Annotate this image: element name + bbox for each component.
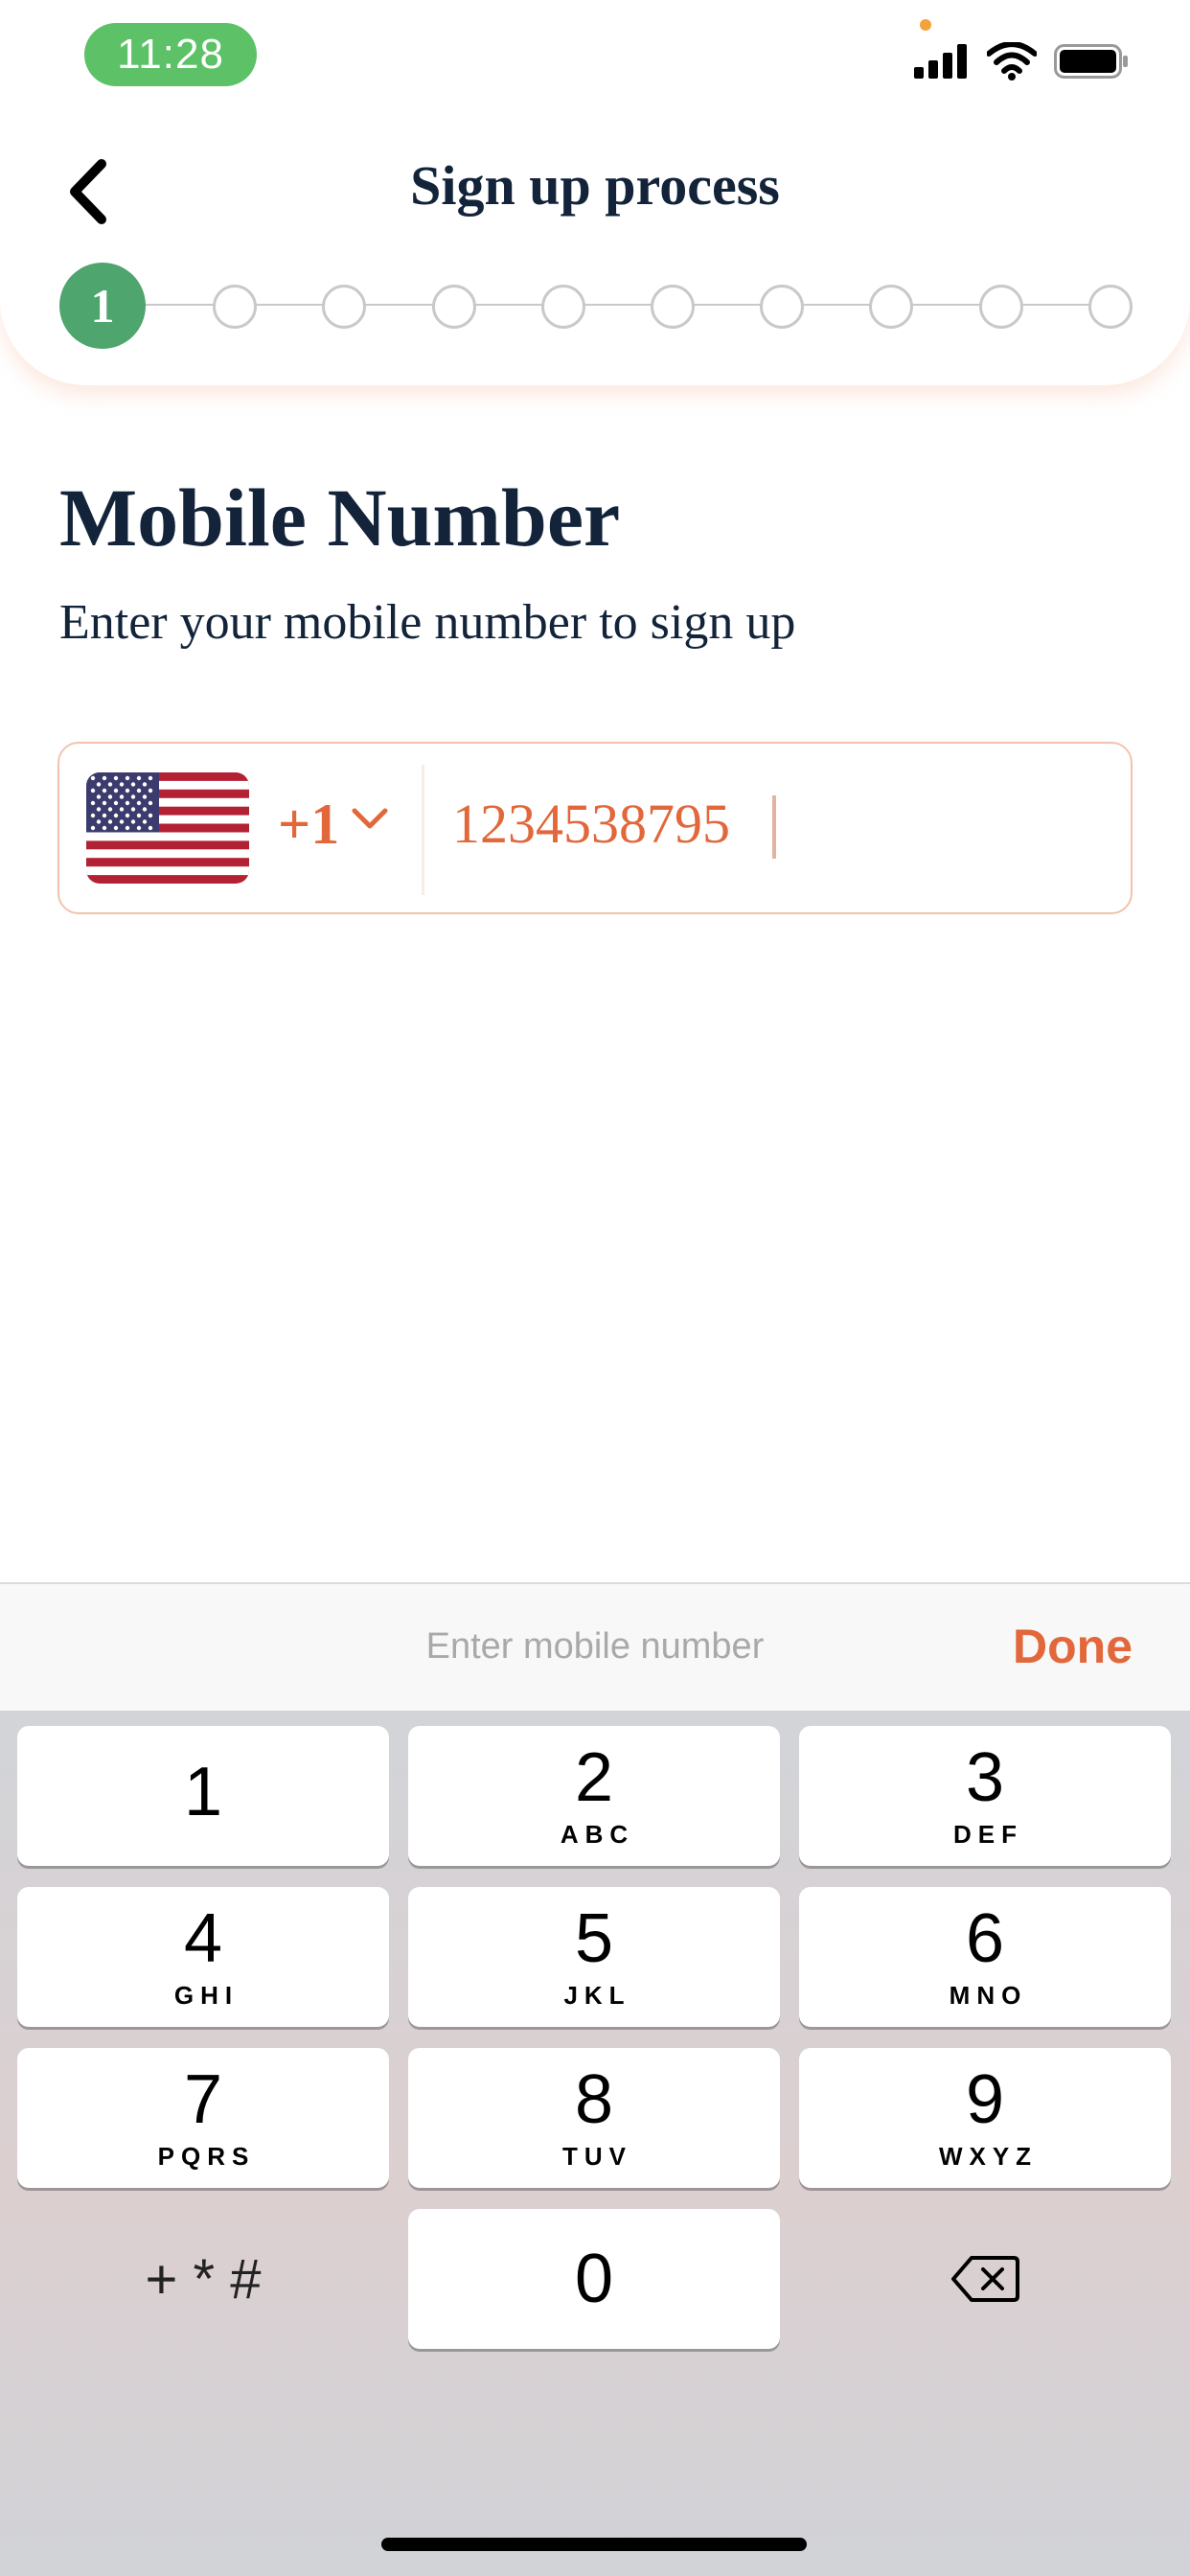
key-digit: 8 <box>574 2060 614 2138</box>
phone-number-field[interactable]: +1 1234538795 <box>57 742 1133 914</box>
key-letters: DEF <box>953 1819 1023 1849</box>
content-title: Mobile Number <box>59 472 621 564</box>
text-caret <box>772 795 776 859</box>
key-digit: 2 <box>574 1738 614 1816</box>
status-time: 11:28 <box>84 23 257 86</box>
key-7[interactable]: 7 PQRS <box>17 2048 389 2188</box>
step-2 <box>213 285 257 329</box>
wifi-icon <box>987 42 1037 80</box>
key-digit: 7 <box>183 2060 223 2138</box>
step-1: 1 <box>59 263 146 349</box>
key-digit: 4 <box>183 1899 223 1977</box>
delete-key[interactable] <box>799 2209 1171 2349</box>
key-3[interactable]: 3 DEF <box>799 1726 1171 1866</box>
key-digit: 0 <box>574 2241 614 2317</box>
keyboard-accessory-bar: Enter mobile number Done <box>0 1582 1190 1711</box>
country-code-selector[interactable]: +1 <box>278 792 339 858</box>
battery-icon <box>1054 44 1128 79</box>
key-0[interactable]: 0 <box>408 2209 780 2349</box>
key-letters: JKL <box>563 1980 631 2010</box>
step-3 <box>322 285 366 329</box>
key-letters: WXYZ <box>938 2141 1039 2171</box>
key-4[interactable]: 4 GHI <box>17 1887 389 2027</box>
status-bar: 11:28 <box>0 0 1190 115</box>
step-6 <box>651 285 695 329</box>
field-divider <box>422 765 424 895</box>
progress-stepper: 1 <box>59 263 1133 349</box>
key-5[interactable]: 5 JKL <box>408 1887 780 2027</box>
page-title: Sign up process <box>410 154 780 217</box>
key-letters: MNO <box>949 1980 1028 2010</box>
step-4 <box>432 285 476 329</box>
signal-icon <box>914 44 967 79</box>
backspace-icon <box>951 2256 1019 2302</box>
us-flag-icon[interactable] <box>86 772 249 884</box>
key-6[interactable]: 6 MNO <box>799 1887 1171 2027</box>
key-letters: PQRS <box>157 2141 256 2171</box>
key-2[interactable]: 2 ABC <box>408 1726 780 1866</box>
key-digit: 5 <box>574 1899 614 1977</box>
symbols-key[interactable]: + * # <box>17 2209 389 2349</box>
orange-dot <box>920 19 931 31</box>
done-button[interactable]: Done <box>1013 1619 1133 1674</box>
step-9 <box>979 285 1023 329</box>
key-digit: 9 <box>965 2060 1005 2138</box>
accessory-placeholder: Enter mobile number <box>425 1626 765 1667</box>
step-5 <box>541 285 585 329</box>
step-8 <box>869 285 913 329</box>
key-9[interactable]: 9 WXYZ <box>799 2048 1171 2188</box>
key-letters: GHI <box>173 1980 240 2010</box>
key-1[interactable]: 1 <box>17 1726 389 1866</box>
key-digit: 3 <box>965 1738 1005 1816</box>
content-subtitle: Enter your mobile number to sign up <box>59 595 796 650</box>
key-digit: 1 <box>183 1754 223 1830</box>
key-8[interactable]: 8 TUV <box>408 2048 780 2188</box>
key-letters: TUV <box>562 2141 632 2171</box>
step-7 <box>760 285 804 329</box>
numeric-keypad: 1 2 ABC 3 DEF 4 GHI 5 JKL 6 MNO 7 PQRS 8… <box>0 1711 1190 2576</box>
step-10 <box>1088 285 1133 329</box>
chevron-down-icon[interactable] <box>349 803 391 832</box>
mobile-number-input[interactable]: 1234538795 <box>452 792 730 856</box>
key-digit: 6 <box>965 1899 1005 1977</box>
key-letters: ABC <box>560 1819 635 1849</box>
home-indicator <box>381 2538 807 2551</box>
